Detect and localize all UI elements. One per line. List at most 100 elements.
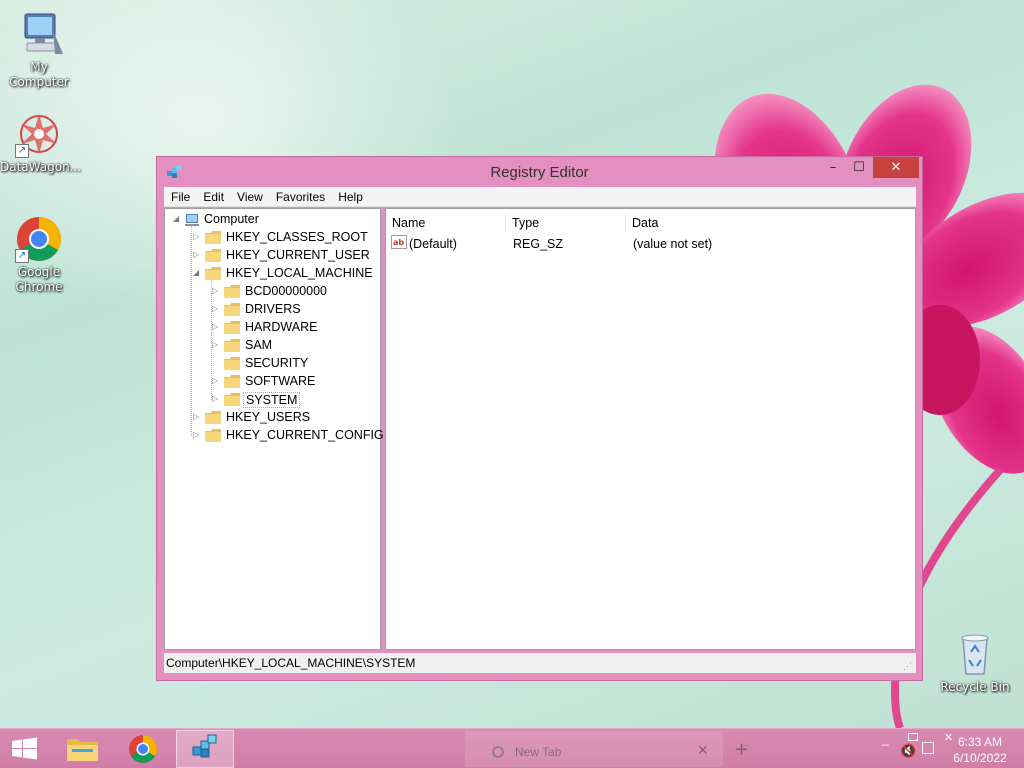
clock-date: 6/10/2022 — [953, 751, 1007, 765]
expand-arrow-icon[interactable]: ▷ — [193, 412, 202, 422]
folder-icon — [224, 303, 240, 316]
resize-grip-icon[interactable]: ⋰ — [903, 661, 913, 671]
folder-icon — [224, 375, 240, 388]
string-value-icon: ab — [391, 235, 407, 249]
tree-item-label: HKEY_CURRENT_USER — [226, 248, 370, 262]
expand-arrow-icon[interactable]: ▷ — [212, 340, 221, 350]
registry-editor-icon — [192, 734, 217, 758]
datawagon-icon: ↗ — [15, 110, 63, 158]
taskbar-chrome[interactable] — [116, 730, 170, 768]
volume-muted-icon[interactable]: 🔇 — [900, 743, 916, 759]
tree-item-label: SAM — [245, 338, 273, 352]
tab-label: New Tab — [515, 745, 562, 759]
window-title: Registry Editor — [490, 164, 589, 181]
status-path: Computer\HKEY_LOCAL_MACHINE\SYSTEM — [166, 656, 416, 670]
collapse-arrow-icon[interactable]: ◢ — [173, 214, 182, 224]
tree-item-label: SOFTWARE — [245, 374, 316, 388]
taskbar-registry-editor[interactable] — [176, 730, 234, 768]
window-icon[interactable] — [908, 733, 918, 741]
network-icon[interactable] — [922, 742, 934, 754]
desktop-icon-label: My Computer — [9, 60, 69, 89]
column-header-name[interactable]: Name — [386, 213, 506, 233]
tree-item-label: DRIVERS — [245, 302, 301, 316]
value-data: (value not set) — [633, 237, 713, 251]
desktop-icon-label: DataWagon... — [0, 160, 82, 174]
folder-icon — [224, 357, 240, 370]
folder-icon — [224, 339, 240, 352]
folder-icon — [205, 411, 221, 424]
chrome-icon: ↗ — [15, 215, 63, 263]
tab-close-icon[interactable]: ✕ — [697, 743, 709, 759]
tree-item-label: BCD00000000 — [245, 284, 328, 298]
desktop-icon-google-chrome[interactable]: ↗ Google Chrome — [0, 215, 78, 295]
shortcut-arrow-icon: ↗ — [15, 144, 29, 158]
title-bar[interactable]: Registry Editor – ☐ ✕ — [157, 157, 922, 187]
menu-view[interactable]: View — [230, 187, 269, 204]
expand-arrow-icon[interactable]: ▷ — [212, 304, 221, 314]
menu-file[interactable]: File — [164, 187, 196, 204]
menu-help[interactable]: Help — [331, 187, 369, 204]
values-list-pane[interactable]: Name Type Data ab (Default) REG_SZ (valu… — [385, 208, 916, 650]
desktop-icon-datawagon[interactable]: ↗ DataWagon... — [0, 110, 82, 175]
taskbar: New Tab ✕ + – ✕ 🔇 6:33 AM 6/10/2022 — [0, 728, 1024, 768]
tree-item-label: HKEY_LOCAL_MACHINE — [226, 266, 373, 280]
tree-item-label: Computer — [204, 212, 259, 226]
expand-arrow-icon[interactable]: ▷ — [212, 376, 221, 386]
registry-editor-window[interactable]: Registry Editor – ☐ ✕ File Edit View Favori… — [156, 156, 923, 681]
folder-icon — [205, 249, 221, 262]
value-name: (Default) — [409, 237, 457, 251]
computer-icon — [184, 213, 200, 226]
svg-text:ab: ab — [393, 238, 404, 247]
tree-item-label: HKEY_CURRENT_CONFIG — [226, 428, 384, 442]
collapse-arrow-icon[interactable]: ◢ — [193, 268, 202, 278]
folder-icon — [224, 393, 240, 406]
tree-item-label: HKEY_USERS — [226, 410, 311, 424]
show-hidden-icons-icon[interactable]: – — [882, 737, 889, 751]
expand-arrow-icon[interactable]: ▷ — [212, 394, 221, 404]
menu-favorites[interactable]: Favorites — [269, 187, 331, 204]
key-tree-pane[interactable]: ◢ Computer ▷ HKEY_CLASSES_ROOT ▷ HKEY_CU… — [164, 208, 384, 650]
menu-bar: File Edit View Favorites Help — [164, 187, 916, 207]
menu-edit[interactable]: Edit — [196, 187, 230, 204]
expand-arrow-icon[interactable]: ▷ — [193, 250, 202, 260]
clock[interactable]: 6:33 AM 6/10/2022 — [946, 734, 1014, 766]
column-header-type[interactable]: Type — [506, 213, 626, 233]
windows-logo-icon — [12, 737, 37, 760]
tree-item-label: HARDWARE — [245, 320, 318, 334]
desktop-icon-label-line2: Chrome — [15, 280, 63, 294]
status-bar: Computer\HKEY_LOCAL_MACHINE\SYSTEM ⋰ — [164, 653, 916, 673]
close-button[interactable]: ✕ — [873, 157, 919, 178]
minimize-button[interactable]: – — [820, 157, 846, 178]
desktop-icon-label: Recycle Bin — [940, 680, 1010, 694]
tree-item-label: HKEY_CLASSES_ROOT — [226, 230, 368, 244]
new-tab-icon[interactable]: + — [734, 739, 749, 760]
chrome-tab-preview[interactable] — [465, 731, 723, 767]
expand-arrow-icon[interactable]: ▷ — [193, 430, 202, 440]
value-type: REG_SZ — [513, 237, 564, 251]
folder-icon — [224, 321, 240, 334]
maximize-button[interactable]: ☐ — [846, 157, 872, 178]
shortcut-arrow-icon: ↗ — [15, 249, 29, 263]
folder-open-icon — [205, 267, 221, 280]
folder-icon — [224, 285, 240, 298]
folder-icon — [205, 231, 221, 244]
expand-arrow-icon[interactable]: ▷ — [212, 322, 221, 332]
computer-icon — [15, 10, 63, 58]
desktop-icon-my-computer[interactable]: My Computer — [0, 10, 78, 90]
folder-icon — [205, 429, 221, 442]
clock-time: 6:33 AM — [957, 735, 1003, 749]
expand-arrow-icon[interactable]: ▷ — [193, 232, 202, 242]
start-button[interactable] — [0, 730, 50, 768]
tree-item-label: SECURITY — [245, 356, 309, 370]
tree-connector — [191, 226, 192, 436]
taskbar-file-explorer[interactable] — [56, 730, 110, 768]
desktop-icon-label-line1: Google — [17, 265, 61, 279]
chrome-tab-icon — [492, 746, 504, 758]
column-header-data[interactable]: Data — [626, 213, 915, 233]
desktop-icon-recycle-bin[interactable]: Recycle Bin — [936, 630, 1014, 695]
tree-item-label-selected: SYSTEM — [243, 392, 301, 408]
chrome-icon — [129, 735, 157, 763]
expand-arrow-icon[interactable]: ▷ — [212, 286, 221, 296]
recycle-bin-icon — [951, 630, 999, 678]
file-explorer-icon — [67, 739, 98, 761]
